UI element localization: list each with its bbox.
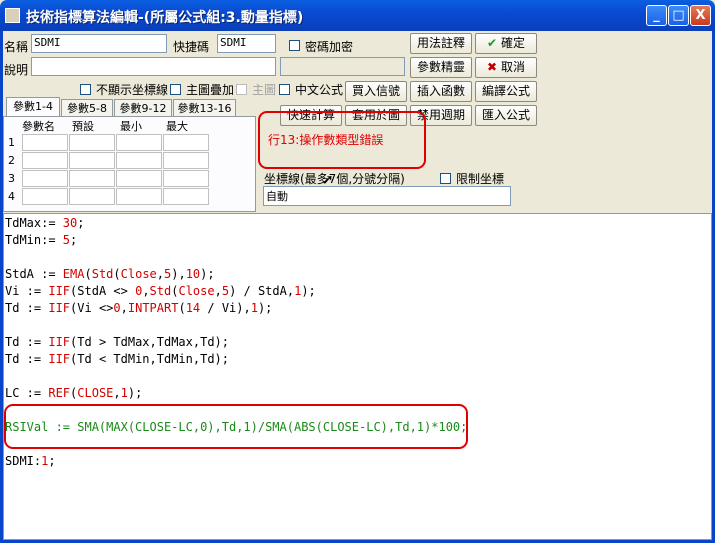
- tab-params-13-16[interactable]: 參數13-16: [173, 99, 236, 117]
- usage-button[interactable]: 用法註釋: [410, 33, 472, 54]
- param-cell[interactable]: [163, 188, 209, 205]
- code-line: Td := IIF(Vi <>0,INTPART(14 / Vi),1);: [5, 301, 273, 315]
- param-row-number: 4: [8, 190, 15, 203]
- code-line: Td := IIF(Td < TdMin,TdMin,Td);: [5, 352, 229, 366]
- param-cell[interactable]: [163, 152, 209, 169]
- chinese-checkbox[interactable]: [279, 84, 290, 95]
- param-cell[interactable]: [116, 152, 162, 169]
- param-cell[interactable]: [69, 134, 115, 151]
- param-cell[interactable]: [163, 134, 209, 151]
- x-icon: ✖: [487, 60, 498, 74]
- tab-params-5-8[interactable]: 參數5-8: [61, 99, 113, 117]
- param-header-min: 最小: [120, 120, 142, 133]
- param-cell[interactable]: [69, 170, 115, 187]
- code-line: StdA := EMA(Std(Close,5),10);: [5, 267, 215, 281]
- param-row-number: 1: [8, 136, 15, 149]
- code-line: TdMax:= 30;: [5, 216, 85, 230]
- buy-signal-button[interactable]: 買入信號: [345, 81, 407, 102]
- desc-label: 說明: [4, 63, 29, 77]
- ok-label: 確定: [500, 36, 525, 50]
- param-row-number: 2: [8, 154, 15, 167]
- limit-axis-label: 限制坐標: [456, 172, 505, 186]
- param-cell[interactable]: [22, 152, 68, 169]
- desc-input-extra: [280, 57, 405, 76]
- limit-axis-checkbox[interactable]: [440, 173, 451, 184]
- main-overlay-label: 主圖疊加: [186, 83, 235, 97]
- desc-input[interactable]: [31, 57, 276, 76]
- compile-button[interactable]: 編譯公式: [475, 81, 537, 102]
- param-header-name: 參數名: [22, 120, 55, 133]
- code-highlight: [4, 404, 468, 449]
- code-line: SDMI:1;: [5, 454, 56, 468]
- axis-label: 坐標線(最多7個,分號分隔): [264, 172, 405, 186]
- main-label: 主圖: [252, 83, 277, 97]
- ok-button[interactable]: ✔ 確定: [475, 33, 537, 54]
- window-title: 技術指標算法編輯-(所屬公式組:3.動量指標): [26, 10, 304, 26]
- cancel-button[interactable]: ✖ 取消: [475, 57, 537, 78]
- maximize-button[interactable]: □: [668, 5, 689, 26]
- code-line: TdMin:= 5;: [5, 233, 78, 247]
- param-cell[interactable]: [116, 134, 162, 151]
- param-cell[interactable]: [116, 170, 162, 187]
- tab-params-9-12[interactable]: 參數9-12: [114, 99, 172, 117]
- password-checkbox[interactable]: [289, 40, 300, 51]
- param-cell[interactable]: [22, 170, 68, 187]
- app-icon: [5, 8, 20, 23]
- name-label: 名稱: [4, 40, 29, 54]
- password-label: 密碼加密: [305, 40, 354, 54]
- formula-editor[interactable]: [3, 213, 712, 540]
- param-cell[interactable]: [69, 152, 115, 169]
- hotkey-label: 快捷碼: [173, 40, 210, 54]
- insert-function-button[interactable]: 插入函數: [410, 81, 472, 102]
- chinese-label: 中文公式: [295, 83, 344, 97]
- code-line: Vi := IIF(StdA <> 0,Std(Close,5) / StdA,…: [5, 284, 316, 298]
- param-cell[interactable]: [22, 188, 68, 205]
- code-line: LC := REF(CLOSE,1);: [5, 386, 143, 400]
- param-cell[interactable]: [69, 188, 115, 205]
- import-button[interactable]: 匯入公式: [475, 105, 537, 126]
- hide-axis-checkbox[interactable]: [80, 84, 91, 95]
- param-header-max: 最大: [166, 120, 188, 133]
- param-header-default: 預設: [72, 120, 94, 133]
- params-wizard-button[interactable]: 參數精靈: [410, 57, 472, 78]
- close-button[interactable]: X: [690, 5, 711, 26]
- error-message: 行13:操作數類型錯誤: [268, 133, 384, 147]
- param-row-number: 3: [8, 172, 15, 185]
- cancel-label: 取消: [500, 60, 525, 74]
- mouse-cursor-icon: ➚: [322, 172, 334, 188]
- axis-input[interactable]: 自動: [263, 186, 511, 206]
- main-checkbox: [236, 84, 247, 95]
- tab-params-1-4[interactable]: 參數1-4: [6, 97, 60, 117]
- minimize-button[interactable]: _: [646, 5, 667, 26]
- code-line: Td := IIF(Td > TdMax,TdMax,Td);: [5, 335, 229, 349]
- name-input[interactable]: SDMI: [31, 34, 167, 53]
- check-icon: ✔: [487, 36, 498, 50]
- hide-axis-label: 不顯示坐標線: [96, 83, 169, 97]
- param-cell[interactable]: [22, 134, 68, 151]
- hotkey-input[interactable]: SDMI: [217, 34, 276, 53]
- param-cell[interactable]: [116, 188, 162, 205]
- param-cell[interactable]: [163, 170, 209, 187]
- main-overlay-checkbox[interactable]: [170, 84, 181, 95]
